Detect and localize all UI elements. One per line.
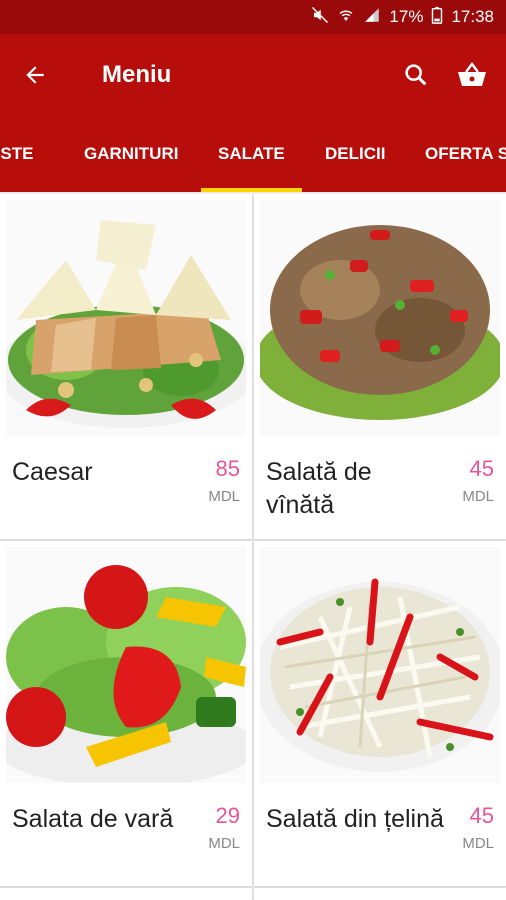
tab-delicii[interactable]: DELICII — [325, 116, 385, 192]
product-name: Salată de vînătă — [266, 458, 372, 519]
product-card-salata-din-telina[interactable]: Salată din țelină 45 MDL — [254, 541, 506, 886]
tab-salate[interactable]: SALATE — [201, 116, 302, 192]
product-price: 29 — [215, 803, 240, 828]
page-title: Meniu — [102, 61, 172, 88]
back-button[interactable] — [0, 34, 70, 116]
back-arrow-icon — [26, 66, 44, 84]
product-price: 45 — [469, 456, 494, 481]
search-button[interactable] — [388, 34, 444, 116]
product-name: Salata de vară — [12, 805, 174, 833]
basket-icon — [458, 62, 486, 86]
product-card-partial[interactable] — [0, 888, 252, 900]
product-image-caesar — [6, 200, 246, 436]
battery-percentage: 17% — [389, 7, 424, 26]
mute-icon — [311, 6, 329, 29]
product-name: Salată din țelină — [266, 805, 444, 833]
product-image-salata-din-telina — [260, 547, 500, 783]
cart-button[interactable] — [444, 34, 500, 116]
clock-time: 17:38 — [451, 7, 494, 26]
product-currency: MDL — [462, 488, 494, 505]
product-name: Caesar — [12, 458, 93, 486]
product-currency: MDL — [208, 835, 240, 852]
battery-icon — [431, 6, 443, 29]
product-price: 45 — [469, 803, 494, 828]
product-price: 85 — [215, 456, 240, 481]
product-card-partial[interactable] — [254, 888, 506, 900]
product-card-caesar[interactable]: Caesar 85 MDL — [0, 194, 252, 539]
signal-icon — [363, 6, 381, 29]
product-image-salata-de-vinata — [260, 200, 500, 436]
status-bar: 17% 17:38 — [0, 0, 506, 34]
wifi-icon — [337, 6, 355, 29]
product-grid: Caesar 85 MDL Salată de vînătă 45 MDL Sa… — [0, 192, 506, 900]
app-bar: Meniu — [0, 34, 506, 116]
product-card-salata-de-vinata[interactable]: Salată de vînătă 45 MDL — [254, 194, 506, 539]
product-currency: MDL — [462, 835, 494, 852]
category-tabs: PASTE GARNITURI SALATE DELICII OFERTA SP… — [0, 116, 506, 192]
product-currency: MDL — [208, 488, 240, 505]
tab-paste[interactable]: PASTE — [0, 116, 33, 192]
tab-garnituri[interactable]: GARNITURI — [84, 116, 178, 192]
tab-oferta-speciala[interactable]: OFERTA SPECIALA — [425, 116, 506, 192]
product-card-salata-de-vara[interactable]: Salata de vară 29 MDL — [0, 541, 252, 886]
search-icon — [405, 64, 427, 86]
product-image-salata-de-vara — [6, 547, 246, 783]
